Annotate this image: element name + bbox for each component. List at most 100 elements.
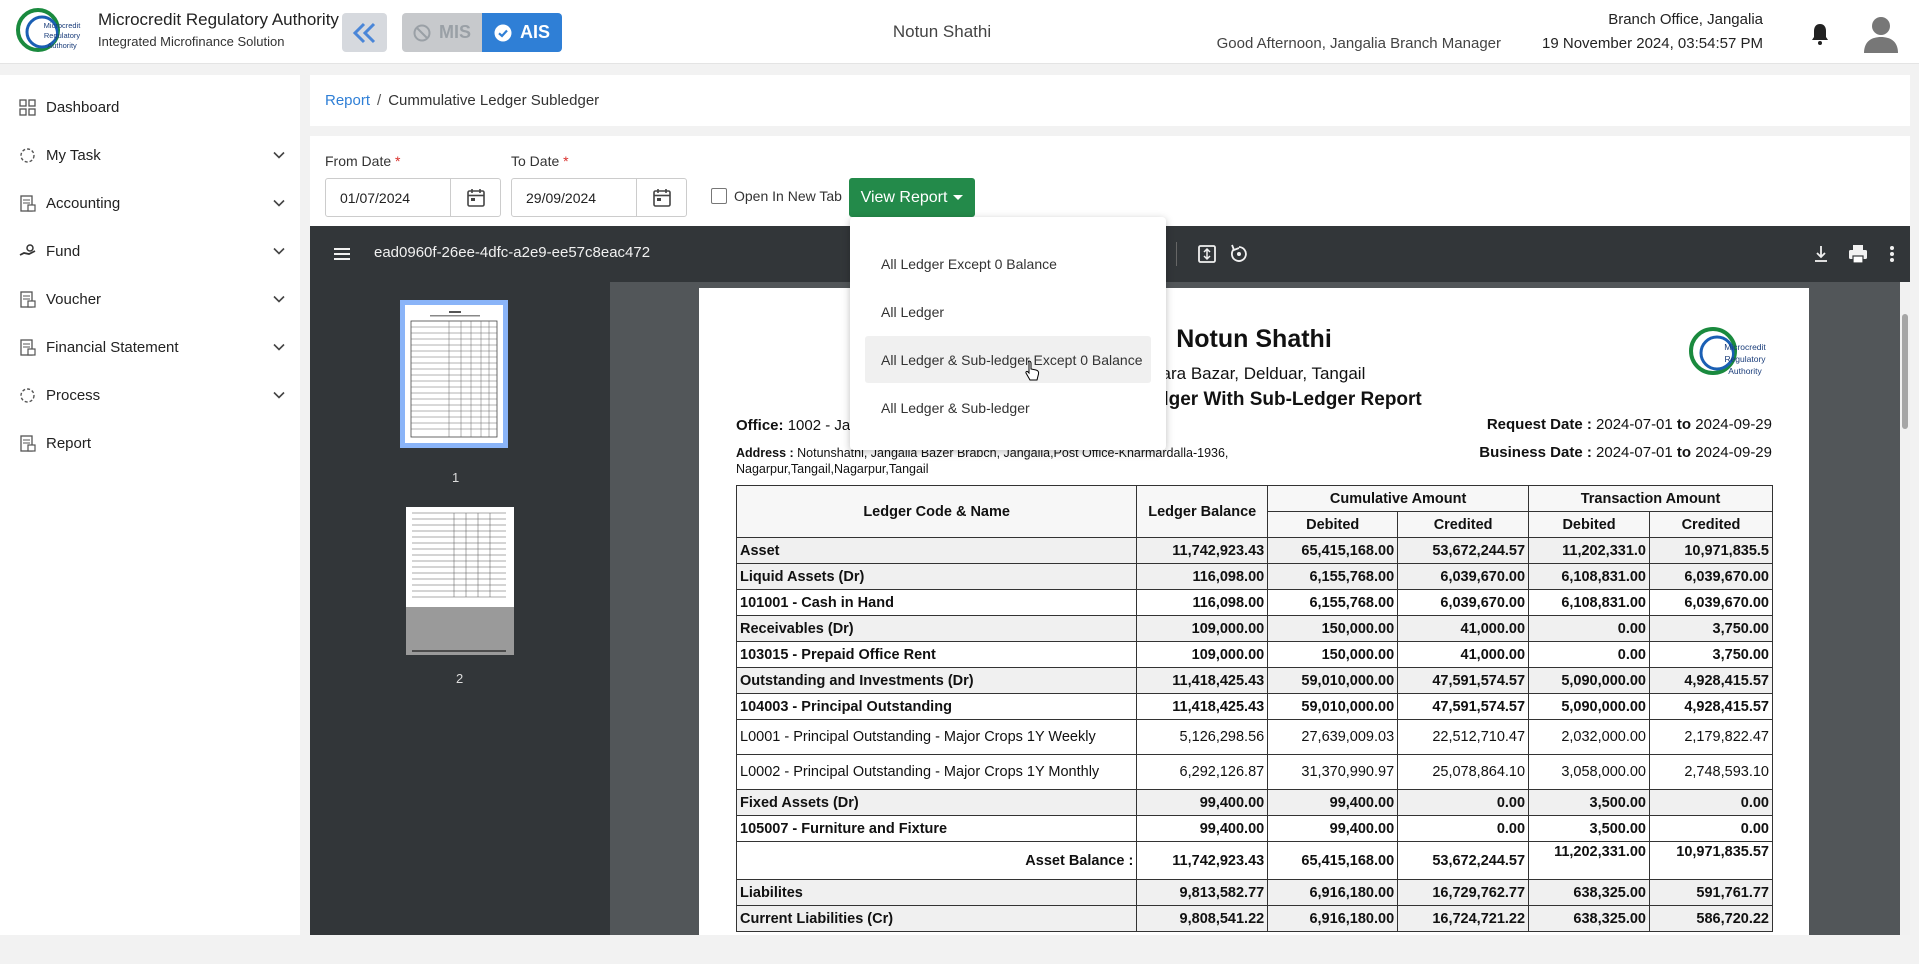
open-new-tab-checkbox[interactable]: [711, 188, 727, 204]
ledger-tr-cr-cell: 4,928,415.57: [1649, 667, 1773, 694]
mis-toggle-button[interactable]: MIS: [402, 13, 482, 52]
chevron-down-icon: [273, 199, 285, 207]
collapse-sidebar-button[interactable]: [342, 13, 387, 52]
mra-logo[interactable]: Microcredit Regulatory Authority: [16, 6, 89, 58]
business-date-to: 2024-09-29: [1695, 444, 1772, 461]
to-date-picker-button[interactable]: [636, 179, 686, 216]
pdf-document-view[interactable]: Notun Shathi apara Bazar, Delduar, Tanga…: [610, 282, 1900, 935]
chevron-down-icon: [273, 343, 285, 351]
ledger-tr-cr-cell: 6,039,670.00: [1649, 563, 1773, 590]
dashboard-icon: [19, 98, 36, 116]
ledger-tr-dr-cell: 638,325.00: [1528, 879, 1650, 906]
ledger-cum-dr-cell: 6,916,180.00: [1267, 905, 1399, 932]
ledger-balance-cell: 11,418,425.43: [1136, 667, 1269, 694]
voucher-icon: [20, 290, 36, 308]
sidebar-item-report[interactable]: Report: [0, 423, 300, 463]
breadcrumb-link-report[interactable]: Report: [325, 92, 370, 109]
ledger-tr-cr-cell: 3,750.00: [1649, 641, 1773, 668]
greeting-text: Good Afternoon, Jangalia Branch Manager: [1216, 35, 1501, 52]
table-row: Current Liabilities (Cr) 9,808,541.22 6,91…: [735, 905, 1773, 932]
more-vert-icon[interactable]: [1881, 243, 1903, 265]
check-circle-icon: [494, 24, 512, 41]
to-date-value: 29/09/2024: [526, 190, 597, 206]
task-icon: [20, 147, 35, 163]
notification-bell-icon[interactable]: [1808, 22, 1832, 46]
download-icon[interactable]: [1810, 243, 1832, 265]
ledger-tr-dr-cell: 11,202,331.0: [1528, 537, 1650, 564]
dropdown-item-all-ledger-subledger-except-zero[interactable]: All Ledger & Sub-ledger Except 0 Balance: [865, 336, 1151, 383]
ledger-cum-dr-cell: 6,155,768.00: [1267, 563, 1399, 590]
current-datetime: 19 November 2024, 03:54:57 PM: [1542, 35, 1763, 52]
address-label: Address :: [736, 446, 794, 460]
report-office: Office: 1002 - Ja: [736, 417, 850, 434]
to-date-label-text: To Date: [511, 153, 560, 169]
ledger-name-cell: Asset Balance :: [735, 841, 1138, 880]
sidebar-item-process[interactable]: Process: [0, 375, 300, 415]
org-name: Microcredit Regulatory Authority: [98, 10, 339, 29]
ledger-name-cell: Liabilites: [735, 879, 1138, 906]
process-icon: [20, 387, 35, 403]
request-date-from: 2024-07-01: [1596, 416, 1673, 433]
hamburger-menu-icon[interactable]: [331, 243, 353, 265]
mis-label: MIS: [438, 22, 471, 42]
breadcrumb: Report / Cummulative Ledger Subledger: [310, 75, 1910, 126]
ais-toggle-button[interactable]: AIS: [482, 13, 562, 52]
ledger-name-cell: L0001 - Principal Outstanding - Major Cr…: [735, 719, 1138, 755]
sidebar-item-fund[interactable]: Fund: [0, 231, 300, 271]
sidebar-item-accounting[interactable]: Accounting: [0, 183, 300, 223]
table-row: Receivables (Dr) 109,000.00 150,000.00 41,0…: [735, 615, 1773, 642]
ledger-tr-dr-cell: 3,058,000.00: [1528, 754, 1650, 790]
ledger-name-cell: Fixed Assets (Dr): [735, 789, 1138, 816]
required-mark: *: [563, 153, 569, 169]
ledger-tr-cr-cell: 0.00: [1649, 815, 1773, 842]
dropdown-item-all-ledger[interactable]: All Ledger: [865, 288, 1151, 335]
ledger-tr-cr-cell: 4,928,415.57: [1649, 693, 1773, 720]
request-date-to: 2024-09-29: [1695, 416, 1772, 433]
organization-name: Notun Shathi: [892, 22, 992, 41]
ledger-name-cell: Current Liabilities (Cr): [735, 905, 1138, 932]
view-report-button[interactable]: View Report: [849, 178, 975, 217]
mra-report-logo: Microcredit Regulatory Authority: [1689, 327, 1766, 376]
sidebar-item-my-task[interactable]: My Task: [0, 135, 300, 175]
ledger-name-cell: 101001 - Cash in Hand: [735, 589, 1138, 616]
from-date-field[interactable]: 01/07/2024: [325, 178, 501, 217]
request-date-label: Request Date :: [1486, 416, 1592, 433]
table-row: Asset 11,742,923.43 65,415,168.00 53,672,24…: [735, 537, 1773, 564]
ledger-name-cell: Outstanding and Investments (Dr): [735, 667, 1138, 694]
org-subtitle: Integrated Microfinance Solution: [98, 34, 285, 49]
col-cumulative-debited: Debited: [1267, 511, 1399, 538]
pdf-filename: ead0960f-26ee-4dfc-a2e9-ee57c8eac472: [374, 244, 651, 261]
ledger-balance-cell: 109,000.00: [1136, 615, 1269, 642]
ledger-balance-cell: 109,000.00: [1136, 641, 1269, 668]
from-date-picker-button[interactable]: [450, 179, 500, 216]
pdf-scrollbar[interactable]: [1900, 282, 1910, 935]
table-row: Fixed Assets (Dr) 99,400.00 99,400.00 0.00 3…: [735, 789, 1773, 816]
dropdown-item-all-ledger-subledger[interactable]: All Ledger & Sub-ledger: [865, 384, 1151, 431]
user-avatar-icon[interactable]: [1862, 13, 1900, 53]
ledger-balance-cell: 116,098.00: [1136, 563, 1269, 590]
sidebar-label: Financial Statement: [46, 338, 179, 356]
ledger-cum-cr-cell: 6,039,670.00: [1397, 589, 1530, 616]
fit-page-icon[interactable]: [1196, 243, 1218, 265]
disabled-icon: [413, 24, 431, 41]
calendar-icon: [466, 188, 485, 207]
sidebar-item-voucher[interactable]: Voucher: [0, 279, 300, 319]
ledger-balance-cell: 11,742,923.43: [1136, 841, 1269, 880]
col-ledger-code-name: Ledger Code & Name: [735, 485, 1138, 538]
ledger-cum-dr-cell: 150,000.00: [1267, 615, 1399, 642]
table-row: L0002 - Principal Outstanding - Major Cr…: [735, 754, 1773, 790]
to-date-field[interactable]: 29/09/2024: [511, 178, 687, 217]
rotate-icon[interactable]: [1228, 243, 1250, 265]
dropdown-item-all-ledger-except-zero[interactable]: All Ledger Except 0 Balance: [865, 240, 1151, 287]
scrollbar-thumb[interactable]: [1902, 314, 1908, 429]
sidebar-item-dashboard[interactable]: Dashboard: [0, 87, 300, 127]
report-logo-text-1: Microcredit: [1724, 342, 1766, 352]
print-icon[interactable]: [1847, 243, 1869, 265]
ledger-tr-dr-cell: 3,500.00: [1528, 789, 1650, 816]
sidebar-item-financial-statement[interactable]: Financial Statement: [0, 327, 300, 367]
ledger-tr-cr-cell: 10,971,835.57: [1649, 841, 1773, 880]
thumbnail-page-2[interactable]: [406, 507, 514, 655]
thumbnail-page-1[interactable]: [400, 300, 508, 448]
ledger-tr-cr-cell: 6,039,670.00: [1649, 589, 1773, 616]
table-row: 103015 - Prepaid Office Rent 109,000.00 15…: [735, 641, 1773, 668]
